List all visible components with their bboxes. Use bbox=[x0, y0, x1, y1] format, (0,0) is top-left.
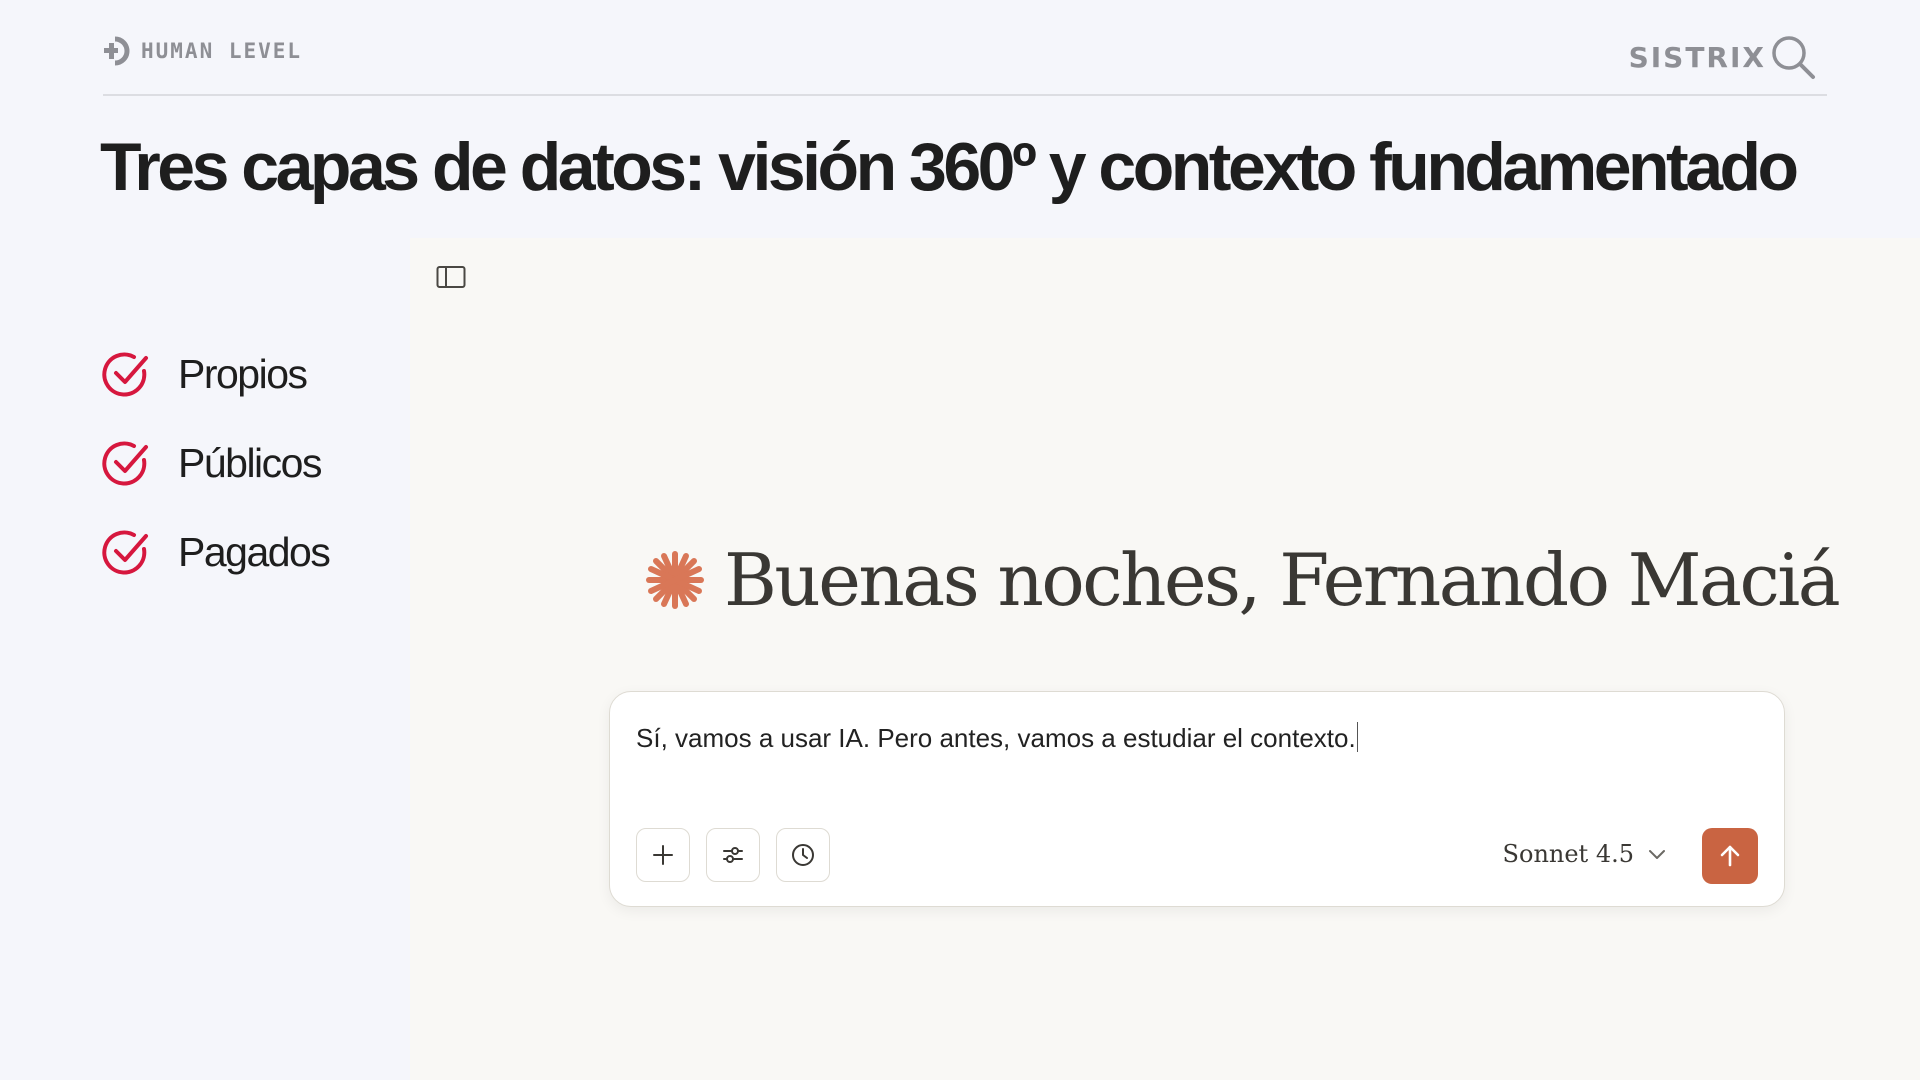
checklist-item-pagados: Pagados bbox=[100, 508, 331, 597]
spark-icon bbox=[646, 551, 704, 609]
checklist-item-propios: Propios bbox=[100, 330, 329, 419]
history-button[interactable] bbox=[776, 828, 830, 882]
header-divider bbox=[103, 94, 1827, 96]
greeting-text: Buenas noches, Fernando Maciá bbox=[724, 538, 1841, 622]
check-circle-icon bbox=[100, 438, 152, 490]
checklist-label: Pagados bbox=[178, 529, 331, 575]
sistrix-logo: SISTRIX bbox=[1629, 34, 1816, 80]
message-composer: Sí, vamos a usar IA. Pero antes, vamos a… bbox=[609, 691, 1785, 907]
magnifier-icon bbox=[1772, 36, 1815, 79]
checklist-label: Públicos bbox=[178, 440, 322, 486]
chat-app-panel: Buenas noches, Fernando Maciá Sí, vamos … bbox=[410, 238, 1920, 1080]
tools-settings-button[interactable] bbox=[706, 828, 760, 882]
send-button[interactable] bbox=[1702, 828, 1758, 884]
check-circle-icon bbox=[100, 527, 152, 579]
add-attachment-button[interactable] bbox=[636, 828, 690, 882]
plus-icon bbox=[653, 845, 673, 865]
message-input[interactable]: Sí, vamos a usar IA. Pero antes, vamos a… bbox=[636, 722, 1358, 754]
chevron-down-icon bbox=[1649, 850, 1665, 859]
greeting: Buenas noches, Fernando Maciá bbox=[644, 538, 1841, 622]
slide-title: Tres capas de datos: visión 360º y conte… bbox=[100, 129, 1799, 205]
human-level-brand-text: HUMAN LEVEL bbox=[141, 39, 303, 63]
clock-icon bbox=[792, 844, 814, 866]
arrow-up-icon bbox=[1720, 845, 1740, 867]
sliders-icon bbox=[723, 847, 743, 863]
check-circle-icon bbox=[100, 349, 152, 401]
text-caret bbox=[1356, 722, 1358, 752]
model-name: Sonnet 4.5 bbox=[1502, 840, 1634, 868]
checklist-label: Propios bbox=[178, 351, 308, 397]
checklist: Propios Públicos Pagados bbox=[100, 330, 331, 597]
slide: HUMAN LEVEL SISTRIX Tres capas de datos:… bbox=[0, 0, 1920, 1080]
sistrix-brand-text: SISTRIX bbox=[1628, 40, 1766, 74]
model-selector[interactable]: Sonnet 4.5 bbox=[1503, 840, 1666, 868]
sidebar-toggle-icon[interactable] bbox=[436, 265, 466, 289]
message-input-text: Sí, vamos a usar IA. Pero antes, vamos a… bbox=[636, 723, 1356, 753]
human-level-logo-icon bbox=[104, 36, 130, 66]
human-level-logo: HUMAN LEVEL bbox=[103, 36, 302, 66]
checklist-item-publicos: Públicos bbox=[100, 419, 329, 508]
